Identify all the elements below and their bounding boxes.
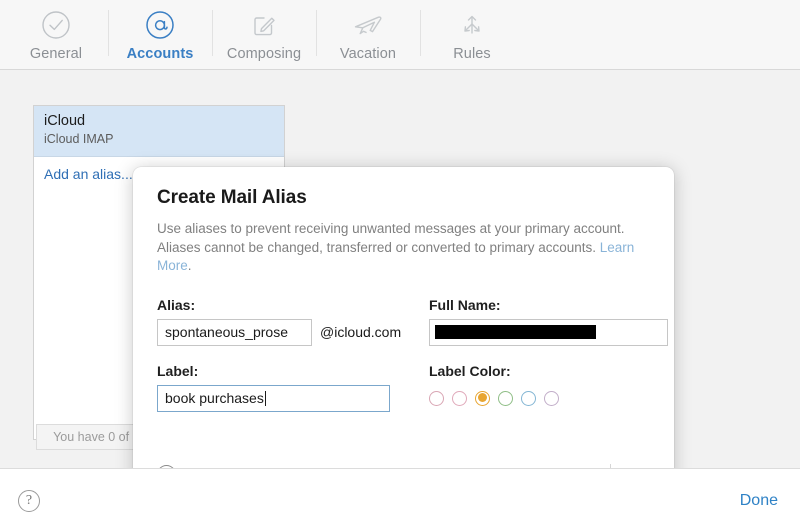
preferences-toolbar: General Accounts Composing Vacation Rule… xyxy=(0,0,800,70)
tab-vacation[interactable]: Vacation xyxy=(316,0,420,66)
label-color-field-label: Label Color: xyxy=(429,362,511,379)
label-input[interactable]: book purchases xyxy=(157,384,390,412)
label-field-group: Label: book purchases xyxy=(157,363,429,412)
fullname-field-group: Full Name: xyxy=(429,297,668,346)
color-swatch-purple[interactable] xyxy=(544,390,559,406)
tab-rules[interactable]: Rules xyxy=(420,0,524,66)
label-color-swatches xyxy=(429,385,668,412)
color-swatch-blue[interactable] xyxy=(521,390,536,406)
branch-arrows-icon xyxy=(456,7,488,43)
text-caret xyxy=(264,390,266,406)
create-mail-alias-dialog: Create Mail Alias Use aliases to prevent… xyxy=(133,167,674,501)
tab-vacation-label: Vacation xyxy=(339,46,397,62)
dialog-description-text: Use aliases to prevent receiving unwante… xyxy=(157,221,625,255)
compose-pencil-icon xyxy=(248,7,280,43)
account-subtitle: iCloud IMAP xyxy=(44,132,114,146)
alias-field-group: Alias: spontaneous_prose @icloud.com xyxy=(157,297,429,346)
airplane-icon xyxy=(351,7,385,43)
tab-composing[interactable]: Composing xyxy=(212,0,316,66)
dialog-description-period: . xyxy=(187,258,192,273)
accounts-pane: iCloud iCloud IMAP Add an alias... You h… xyxy=(0,70,800,501)
checkmark-circle-icon xyxy=(40,7,72,43)
dialog-description: Use aliases to prevent receiving unwante… xyxy=(157,220,648,276)
done-button[interactable]: Done xyxy=(740,492,778,510)
fullname-field-label: Full Name: xyxy=(429,296,501,313)
window-bottom-bar: ? Done xyxy=(0,468,800,532)
dialog-title: Create Mail Alias xyxy=(157,187,307,208)
alias-domain-suffix: @icloud.com xyxy=(320,324,402,340)
account-name: iCloud xyxy=(44,113,86,129)
color-swatch-pink[interactable] xyxy=(452,390,467,406)
help-icon-bottom[interactable]: ? xyxy=(18,489,40,512)
list-item-icloud-account[interactable]: iCloud iCloud IMAP xyxy=(34,106,284,157)
at-sign-circle-icon xyxy=(144,7,176,43)
color-swatch-green[interactable] xyxy=(498,390,513,406)
tab-accounts[interactable]: Accounts xyxy=(108,0,212,66)
tab-composing-label: Composing xyxy=(226,46,302,62)
tab-general[interactable]: General xyxy=(4,0,108,66)
tab-rules-label: Rules xyxy=(453,46,491,62)
alias-field-label: Alias: xyxy=(157,296,196,313)
alias-form: Alias: spontaneous_prose @icloud.com Ful… xyxy=(157,297,668,412)
label-input-value: book purchases xyxy=(165,390,264,406)
tab-accounts-label: Accounts xyxy=(126,46,194,62)
alias-input[interactable]: spontaneous_prose xyxy=(157,318,312,346)
color-swatch-rose[interactable] xyxy=(429,390,444,406)
mail-preferences-window: General Accounts Composing Vacation Rule… xyxy=(0,0,800,532)
fullname-input[interactable] xyxy=(429,318,668,346)
label-color-field-group: Label Color: xyxy=(429,363,668,412)
redaction-bar xyxy=(435,325,596,339)
alias-input-row: spontaneous_prose @icloud.com xyxy=(157,318,429,346)
color-swatch-orange[interactable] xyxy=(475,390,490,406)
tab-general-label: General xyxy=(29,46,83,62)
label-field-label: Label: xyxy=(157,362,199,379)
dialog-body: Create Mail Alias Use aliases to prevent… xyxy=(133,167,674,412)
